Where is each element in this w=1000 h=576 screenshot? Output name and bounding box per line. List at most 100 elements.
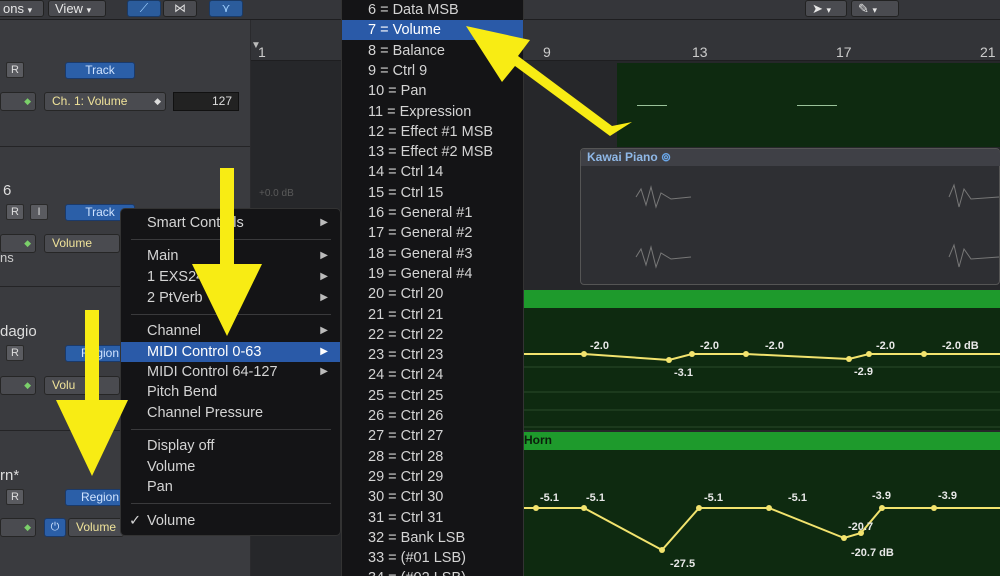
cc-menu-item[interactable]: 25 = Ctrl 25	[342, 386, 523, 406]
menu-separator	[131, 239, 331, 240]
menu-item-label: Smart Controls	[147, 215, 244, 231]
menu-item-smart-controls[interactable]: Smart Controls ▶	[121, 213, 340, 233]
cc-menu-item[interactable]: 22 = Ctrl 22	[342, 325, 523, 345]
automation-mode-stepper[interactable]: ◆	[0, 518, 36, 537]
menu-item-exs24[interactable]: 1 EXS24 ▶	[121, 267, 340, 287]
cc-menu-item[interactable]: 15 = Ctrl 15	[342, 183, 523, 203]
pencil-tool-button[interactable]: ✎ ▾	[851, 0, 899, 17]
cc-menu-item[interactable]: 16 = General #1	[342, 203, 523, 223]
cc-menu-item[interactable]: 12 = Effect #1 MSB	[342, 122, 523, 142]
automation-value-label: -20.7	[848, 521, 873, 533]
cc-menu-item[interactable]: 10 = Pan	[342, 81, 523, 101]
track-name: dagio	[0, 323, 37, 340]
midi-control-submenu: 6 = Data MSB 7 = Volume 8 = Balance 9 = Ctr…	[341, 0, 524, 576]
menu-item-label: 2 PtVerb	[147, 290, 203, 306]
menu-item-pitch-bend[interactable]: Pitch Bend	[121, 382, 340, 402]
cc-menu-item[interactable]: 27 = Ctrl 27	[342, 426, 523, 446]
automation-curve-icon[interactable]: ⟋	[127, 0, 161, 17]
automation-value-label: -2.9	[854, 366, 873, 378]
cc-menu-item[interactable]: 28 = Ctrl 28	[342, 447, 523, 467]
crossfade-tool-icon[interactable]: ⋈	[163, 0, 197, 17]
cc-menu-item[interactable]: 21 = Ctrl 21	[342, 305, 523, 325]
automation-value-label: -5.1	[586, 492, 605, 504]
menu-item-midi-control-64-127[interactable]: MIDI Control 64-127 ▶	[121, 362, 340, 382]
automation-value-label: -2.0	[700, 340, 719, 352]
menu-item-main[interactable]: Main ▶	[121, 246, 340, 266]
automation-parameter-popup[interactable]: Volume	[68, 518, 124, 537]
menu-item-label: MIDI Control 0-63	[147, 344, 262, 360]
cc-menu-item[interactable]: 32 = Bank LSB	[342, 528, 523, 548]
cc-menu-item[interactable]: 34 = (#02 LSB)	[342, 568, 523, 576]
cc-menu-item[interactable]: 26 = Ctrl 26	[342, 406, 523, 426]
menu-separator	[131, 429, 331, 430]
automation-parameter-popup[interactable]: Ch. 1: Volume ◆	[44, 92, 166, 111]
cc-menu-item[interactable]: 18 = General #3	[342, 244, 523, 264]
read-button[interactable]: R	[6, 345, 24, 361]
automation-value-field[interactable]: 127	[173, 92, 239, 111]
cc-menu-item[interactable]: 8 = Balance	[342, 41, 523, 61]
cc-menu-item[interactable]: 11 = Expression	[342, 102, 523, 122]
cc-menu-item[interactable]: 6 = Data MSB	[342, 0, 523, 20]
automation-mode-stepper[interactable]: ◆	[0, 92, 36, 111]
cc-menu-item[interactable]: 23 = Ctrl 23	[342, 345, 523, 365]
input-monitor-button[interactable]: I	[30, 204, 48, 220]
menu-item-label: Pitch Bend	[147, 384, 218, 400]
menu-item-channel-pressure[interactable]: Channel Pressure	[121, 403, 340, 423]
power-icon[interactable]: ⏻	[44, 518, 66, 537]
read-button[interactable]: R	[6, 204, 24, 220]
track-name: rn*	[0, 467, 20, 484]
submenu-arrow-icon: ▶	[320, 292, 328, 303]
menu-item-label: Channel	[147, 323, 202, 339]
cc-menu-item[interactable]: 20 = Ctrl 20	[342, 284, 523, 304]
audio-region[interactable]: Kawai Piano ⊚	[580, 148, 1000, 285]
cc-menu-item[interactable]: 33 = (#01 LSB)	[342, 548, 523, 568]
menu-item-channel[interactable]: Channel ▶	[121, 321, 340, 341]
automation-parameter-label: Volume	[52, 236, 93, 250]
playhead-icon[interactable]: ▼	[251, 40, 261, 54]
edit-menu-label: ons	[3, 1, 24, 16]
read-button[interactable]: R	[6, 62, 24, 78]
menu-item-ptverb[interactable]: 2 PtVerb ▶	[121, 288, 340, 308]
automation-value-label: -2.0	[765, 340, 784, 352]
automation-value-label: -5.1	[788, 492, 807, 504]
menu-separator	[131, 314, 331, 315]
pointer-tool-button[interactable]: ➤ ▾	[805, 0, 847, 17]
cc-menu-item[interactable]: 30 = Ctrl 30	[342, 487, 523, 507]
menu-item-display-off[interactable]: Display off	[121, 436, 340, 456]
menu-item-label: Channel Pressure	[147, 405, 264, 421]
ruler-mark: 13	[692, 44, 708, 60]
automation-value-label: -2.0	[876, 340, 895, 352]
automation-value-label: -2.0	[590, 340, 609, 352]
menu-item-volume-checked[interactable]: ✓ Volume	[121, 511, 340, 531]
automation-value-label: -5.1	[704, 492, 723, 504]
cc-menu-item[interactable]: 9 = Ctrl 9	[342, 61, 523, 81]
cc-menu-item[interactable]: 7 = Volume	[342, 20, 523, 41]
automation-parameter-popup[interactable]: Volu	[44, 376, 120, 395]
cc-menu-item[interactable]: 24 = Ctrl 24	[342, 365, 523, 385]
cc-menu-item[interactable]: 29 = Ctrl 29	[342, 467, 523, 487]
cc-menu-item[interactable]: 14 = Ctrl 14	[342, 162, 523, 182]
submenu-arrow-icon: ▶	[320, 325, 328, 336]
automation-parameter-label: Volume	[76, 520, 117, 534]
automation-parameter-menu: Smart Controls ▶ Main ▶ 1 EXS24 ▶ 2 PtVerb ▶…	[120, 208, 341, 536]
audio-waveform	[635, 183, 999, 269]
flex-tool-icon[interactable]: ⋎	[209, 0, 243, 17]
submenu-arrow-icon: ▶	[320, 366, 328, 377]
view-menu-button[interactable]: View ▾	[48, 0, 106, 17]
checkmark-icon: ✓	[129, 513, 142, 529]
track-automation-button[interactable]: Track	[65, 62, 135, 79]
read-button[interactable]: R	[6, 489, 24, 505]
cc-menu-item[interactable]: 31 = Ctrl 31	[342, 508, 523, 528]
menu-item-pan[interactable]: Pan	[121, 477, 340, 497]
menu-item-volume[interactable]: Volume	[121, 457, 340, 477]
cc-menu-item[interactable]: 19 = General #4	[342, 264, 523, 284]
cc-menu-item[interactable]: 13 = Effect #2 MSB	[342, 142, 523, 162]
cc-menu-item[interactable]: 17 = General #2	[342, 223, 523, 243]
automation-curves: -2.0 -3.1 -2.0 -2.0 -2.9 -2.0 -2.0 dB -5…	[524, 340, 1000, 570]
menu-item-midi-control-0-63[interactable]: MIDI Control 0-63 ▶	[121, 342, 340, 362]
automation-mode-stepper[interactable]: ◆	[0, 376, 36, 395]
automation-parameter-popup[interactable]: Volume	[44, 234, 120, 253]
edit-menu-button[interactable]: ons ▾	[0, 0, 44, 17]
menu-separator	[131, 503, 331, 504]
midi-note	[797, 105, 837, 106]
